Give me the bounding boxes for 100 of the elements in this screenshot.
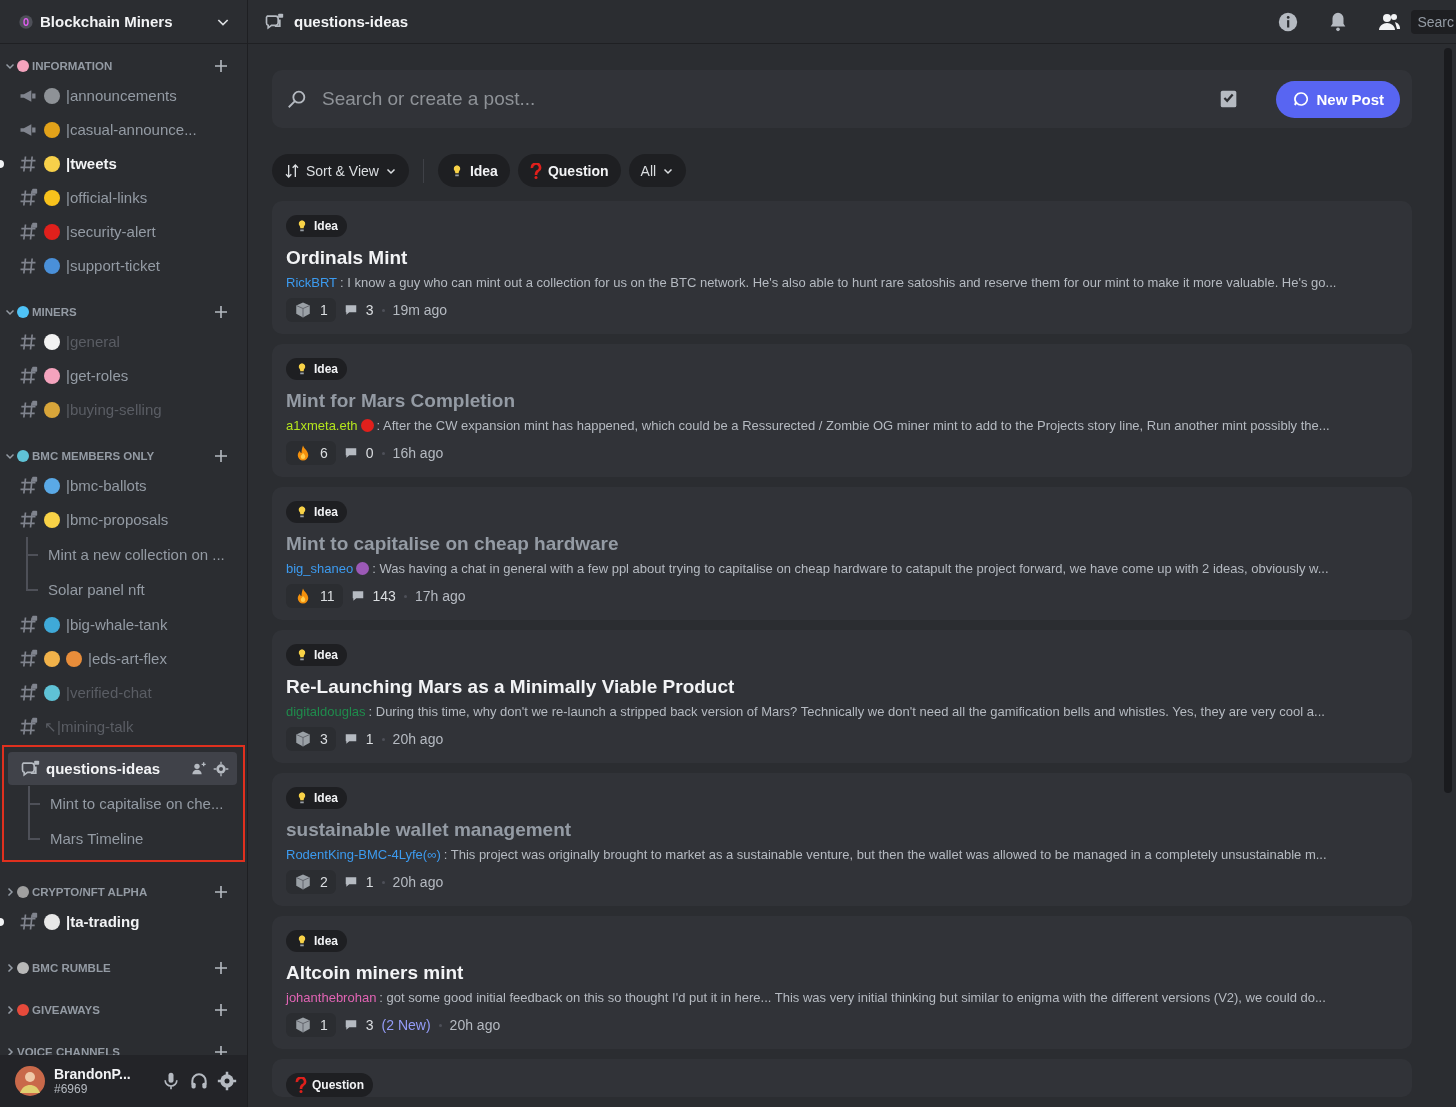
channel-item[interactable]: |security-alert xyxy=(6,215,239,248)
post-card[interactable] xyxy=(272,201,1412,334)
reaction[interactable]: 2 xyxy=(286,870,336,894)
server-name[interactable]: Blockchain Miners xyxy=(40,13,209,30)
category-header[interactable]: BMC RUMBLE xyxy=(32,962,111,974)
channel-title: questions-ideas xyxy=(294,13,410,30)
post-tag: Idea xyxy=(286,787,347,809)
post-title: Mint for Mars Completion xyxy=(286,390,517,412)
author-name[interactable]: RickBRT xyxy=(286,275,338,290)
post-card[interactable] xyxy=(272,773,1412,906)
locked-hash-icon xyxy=(18,509,38,530)
channel-item[interactable]: |tweets xyxy=(6,147,239,180)
question-mark-icon xyxy=(529,162,542,179)
locked-hash-icon xyxy=(18,221,38,242)
server-icon xyxy=(18,13,34,30)
channel-item[interactable]: |ta-trading xyxy=(6,905,239,938)
new-count: (2 New) xyxy=(381,1017,431,1033)
locked-hash-icon xyxy=(18,911,38,932)
author-name[interactable]: johanthebrohan xyxy=(286,990,377,1005)
locked-hash-icon xyxy=(18,716,38,737)
search-field[interactable]: Searc xyxy=(1411,9,1456,34)
cube-icon xyxy=(294,873,312,891)
cube-icon xyxy=(294,301,312,319)
filter-chip[interactable]: Idea xyxy=(437,154,510,187)
post-card[interactable] xyxy=(272,344,1412,477)
reaction[interactable]: 1 xyxy=(286,298,336,322)
locked-hash-icon xyxy=(18,365,38,386)
author-name[interactable]: a1xmeta.eth xyxy=(286,418,358,433)
comment-count: 1 xyxy=(365,731,374,747)
post-time: 16h ago xyxy=(392,445,444,461)
thread-item[interactable]: Mint a new collection on ... xyxy=(48,546,225,563)
author-name[interactable]: big_shaneo xyxy=(286,561,354,576)
channel-item[interactable]: |official-links xyxy=(6,181,239,214)
post-search-field[interactable]: Search or create a post... New Post xyxy=(272,70,1412,128)
channel-item[interactable]: questions-ideas xyxy=(8,752,237,785)
category-header[interactable]: INFORMATION xyxy=(32,60,113,72)
post-tag: Idea xyxy=(286,644,347,666)
filter-chip[interactable]: Question xyxy=(517,154,621,187)
channel-item[interactable]: |bmc-ballots xyxy=(6,469,239,502)
comment-icon xyxy=(343,446,358,460)
post-snippet: : I know a guy who can mint out a collection for us on the BTC network. He's also able to hunt rare satoshis and reserve them for our mint to make it more valuable. He's go... xyxy=(340,275,1337,290)
sort-icon xyxy=(284,162,300,179)
reaction[interactable]: 6 xyxy=(286,441,336,465)
hash-icon xyxy=(18,255,38,276)
filter-chip[interactable]: Sort & View xyxy=(272,154,409,187)
channel-item[interactable]: |casual-announce... xyxy=(6,113,239,146)
plus-icon xyxy=(213,960,229,976)
post-tag: Idea xyxy=(286,358,347,380)
post-snippet: : got some good initial feedback on this so thought I'd put it in here... This was very initial thinking but similar to enigma with the different versions (V2), we could do... xyxy=(379,990,1326,1005)
reaction[interactable]: 3 xyxy=(286,727,336,751)
comment-icon xyxy=(343,732,358,746)
reaction[interactable]: 11 xyxy=(286,584,343,608)
author-name[interactable]: RodentKing-BMC-4Lyfe(∞) xyxy=(286,847,441,862)
category-header[interactable]: GIVEAWAYS xyxy=(32,1004,100,1016)
filter-chip[interactable]: All xyxy=(628,154,687,187)
post-snippet: : Was having a chat in general with a few ppl about trying to capitalise on cheap hardware to catapult the project forward, we have come up with 2 ideas, obviously w... xyxy=(372,561,1329,576)
hash-icon xyxy=(18,331,38,352)
headphones-icon xyxy=(189,1071,209,1091)
category-header[interactable]: BMC MEMBERS ONLY xyxy=(32,450,155,462)
category-header[interactable]: CRYPTO/NFT ALPHA xyxy=(32,886,148,898)
author-name[interactable]: digitaldouglas xyxy=(286,704,366,719)
post-card[interactable] xyxy=(272,916,1412,1049)
forum-icon xyxy=(264,11,284,32)
post-time: 20h ago xyxy=(392,874,444,890)
search-icon xyxy=(286,88,308,110)
locked-hash-icon xyxy=(18,399,38,420)
channel-item[interactable]: |big-whale-tank xyxy=(6,608,239,641)
unread-indicator xyxy=(0,917,4,926)
comment-icon xyxy=(343,303,358,317)
post-snippet: : During this time, why don't we re-launch a stripped back version of Mars? Technically we don't need all the gamification bells and whistles. Yes, they are very cool a... xyxy=(368,704,1325,719)
post-title: sustainable wallet management xyxy=(286,819,573,841)
channel-item[interactable]: |support-ticket xyxy=(6,249,239,282)
comment-icon xyxy=(350,589,365,603)
locked-hash-icon xyxy=(18,187,38,208)
new-post-button[interactable]: New Post xyxy=(1276,80,1400,118)
channel-item[interactable]: |eds-art-flex xyxy=(6,642,239,675)
plus-icon xyxy=(213,58,229,74)
post-snippet: : After the CW expansion mint has happened, which could be a Ressurected / Zombie OG miner mint to add to the Projects story line, Run another mint possibly the... xyxy=(376,418,1330,433)
speech-bubble-icon xyxy=(1292,90,1311,108)
forum-icon xyxy=(20,758,40,779)
post-tag: Idea xyxy=(286,930,347,952)
post-title: Altcoin miners mint xyxy=(286,962,465,984)
post-title: Mint to capitalise on cheap hardware xyxy=(286,533,620,555)
channel-item[interactable]: |bmc-proposals xyxy=(6,503,239,536)
avatar[interactable] xyxy=(14,1065,46,1097)
channel-item[interactable]: |announcements xyxy=(6,79,239,112)
add-member-icon xyxy=(191,760,207,777)
comment-icon xyxy=(343,1018,358,1032)
comment-count: 3 xyxy=(365,1017,374,1033)
category-header[interactable]: MINERS xyxy=(32,306,77,318)
thread-item[interactable]: Solar panel nft xyxy=(48,581,145,598)
post-card[interactable] xyxy=(272,487,1412,620)
locked-hash-icon xyxy=(18,475,38,496)
channel-item[interactable]: |get-roles xyxy=(6,359,239,392)
thread-item[interactable]: Mint to capitalise on che... xyxy=(50,795,224,812)
thread-item[interactable]: Mars Timeline xyxy=(50,830,144,847)
reaction[interactable]: 1 xyxy=(286,1013,336,1037)
cube-icon xyxy=(294,1016,312,1034)
post-card[interactable] xyxy=(272,630,1412,763)
post-card[interactable]: Question xyxy=(272,1059,1412,1097)
